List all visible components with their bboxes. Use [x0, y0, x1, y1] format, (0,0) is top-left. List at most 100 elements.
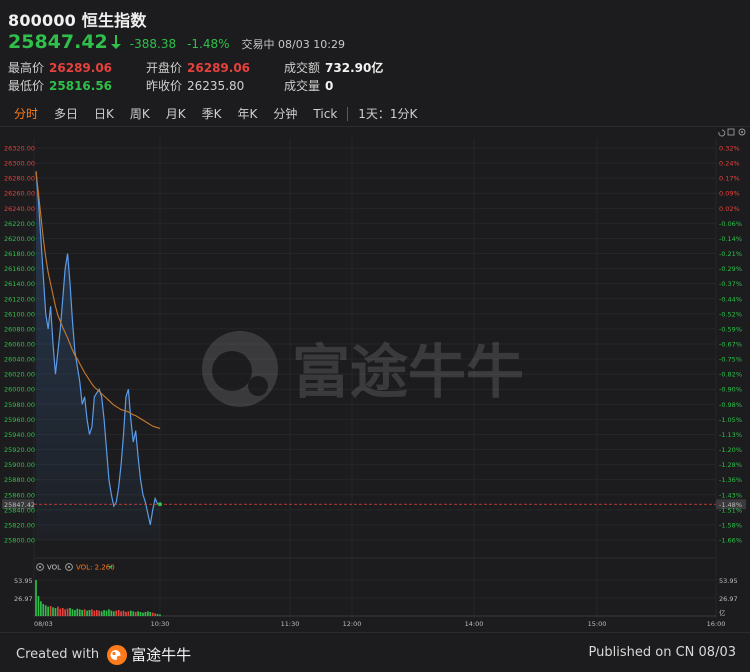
tab-multi-day[interactable]: 多日: [46, 101, 86, 127]
last-price: 25847.42: [8, 31, 108, 53]
intraday-chart: 富途牛牛 25847.42 -1.48% 26320.00 26300.00 2628…: [0, 128, 750, 628]
tab-daily-k[interactable]: 日K: [86, 101, 122, 127]
volume-bar: [37, 595, 40, 616]
y-tick-label: 26100.00: [4, 310, 35, 318]
volume-bar: [91, 609, 93, 616]
y-right-tick-label: -1.66%: [719, 537, 742, 545]
stat-prev-close: 昨收价 26235.80: [146, 79, 245, 93]
volume-bar: [49, 605, 52, 616]
volume-bar: [110, 610, 113, 616]
y-tick-label: 26080.00: [4, 325, 35, 333]
y-right-tick-label: -0.06%: [719, 220, 742, 228]
y-tick-label: 25900.00: [4, 461, 35, 469]
volume-bar: [154, 613, 156, 616]
y-right-tick-label: -0.21%: [719, 250, 742, 258]
y-right-tick-label: -0.75%: [719, 356, 742, 364]
period-tabs: 分时 多日 日K 周K 月K 季K 年K 分钟 Tick 1天：1分K: [0, 101, 750, 127]
stat-high: 最高价 26289.06: [8, 61, 113, 75]
y-tick-label: 26160.00: [4, 265, 35, 273]
x-tick-label: 16:00: [707, 620, 726, 628]
volume-bar: [156, 613, 159, 616]
stat-open: 开盘价 26289.06: [146, 61, 251, 75]
volume-bar: [100, 611, 103, 616]
volume-bar: [86, 610, 88, 616]
volume-bar: [125, 611, 127, 616]
volume-bar: [52, 607, 54, 616]
volume-unit-label: 亿: [719, 608, 726, 617]
stat-turnover: 成交额 732.90亿: [284, 61, 384, 75]
y-tick-label: 26200.00: [4, 235, 35, 243]
y-right-tick-label: -1.51%: [719, 506, 742, 514]
indicator-name[interactable]: VOL: [47, 564, 61, 572]
volume-bar: [93, 610, 96, 616]
y-right-tick-label: -1.58%: [719, 521, 742, 529]
volume-bar: [57, 606, 59, 616]
y-tick-label: 26040.00: [4, 356, 35, 364]
indicator-value: VOL: 2.260: [76, 564, 115, 572]
down-arrow-icon: [110, 35, 121, 49]
watermark-text: 富途牛牛: [292, 338, 524, 406]
y-tick-label: 26140.00: [4, 280, 35, 288]
volume-bar: [149, 611, 152, 616]
price-change-percent: -1.48%: [187, 37, 230, 51]
price-change: -388.38: [129, 37, 177, 51]
y-tick-label: 25880.00: [4, 476, 35, 484]
current-price-dot: [158, 502, 162, 507]
volume-bar: [88, 609, 91, 616]
y-tick-label: 26220.00: [4, 220, 35, 228]
volume-bar: [74, 609, 76, 616]
volume-bar: [42, 603, 45, 616]
stat-volume: 成交量 0: [284, 79, 334, 93]
footer: Created with 富途牛牛 Published on CN 08/03: [0, 632, 750, 672]
volume-bar: [98, 610, 101, 616]
y-tick-label: 25980.00: [4, 401, 35, 409]
y-right-tick-label: -0.90%: [719, 386, 742, 394]
tab-tick[interactable]: Tick: [305, 101, 345, 127]
volume-tick-label-right: 53.95: [719, 577, 738, 585]
quote-header: 800000 恒生指数 25847.42 -388.38 -1.48% 交易中 …: [0, 0, 750, 96]
volume-bar: [71, 609, 74, 616]
volume-tick-label: 26.97: [14, 595, 33, 603]
volume-bar: [64, 609, 67, 616]
volume-bar: [59, 608, 62, 616]
y-right-tick-label: -1.13%: [719, 431, 742, 439]
tab-intraday[interactable]: 分时: [6, 101, 46, 127]
stat-low: 最低价 25816.56: [8, 79, 113, 93]
volume-bar: [95, 609, 98, 616]
tab-minute[interactable]: 分钟: [265, 101, 305, 127]
y-right-tick-label: -1.28%: [719, 461, 742, 469]
y-right-tick-label: -0.14%: [719, 235, 742, 243]
volume-bar: [151, 612, 154, 616]
x-tick-label: 11:30: [281, 620, 300, 628]
volume-bar: [61, 607, 64, 616]
volume-bar: [81, 609, 84, 616]
volume-bar: [159, 614, 161, 616]
tab-weekly-k[interactable]: 周K: [122, 101, 158, 127]
y-right-tick-label: 0.17%: [719, 175, 740, 183]
x-tick-label: 12:00: [343, 620, 362, 628]
tab-monthly-k[interactable]: 月K: [158, 101, 194, 127]
y-tick-label: 26060.00: [4, 341, 35, 349]
y-right-tick-label: 0.32%: [719, 145, 740, 153]
volume-bar: [83, 609, 86, 616]
volume-bar: [40, 601, 42, 616]
published-date: Published on CN 08/03: [588, 645, 736, 660]
volume-bar: [54, 607, 57, 616]
y-right-tick-label: -0.52%: [719, 310, 742, 318]
volume-bar: [108, 609, 110, 616]
volume-bar: [44, 605, 47, 616]
index-title: 800000 恒生指数: [8, 11, 147, 30]
y-right-tick-label: 0.24%: [719, 160, 740, 168]
y-tick-label: 26300.00: [4, 160, 35, 168]
tab-quarterly-k[interactable]: 季K: [194, 101, 230, 127]
y-right-tick-label: 0.09%: [719, 190, 740, 198]
tab-interval-select[interactable]: 1天：1分K: [350, 101, 425, 127]
trading-status: 交易中 08/03 10:29: [241, 38, 345, 51]
y-tick-label: 26180.00: [4, 250, 35, 258]
tab-yearly-k[interactable]: 年K: [230, 101, 266, 127]
tab-divider: [347, 106, 349, 121]
y-right-tick-label: -0.82%: [719, 371, 742, 379]
volume-bar: [69, 607, 71, 616]
y-tick-label: 25840.00: [4, 506, 35, 514]
y-right-tick-label: -0.44%: [719, 295, 742, 303]
